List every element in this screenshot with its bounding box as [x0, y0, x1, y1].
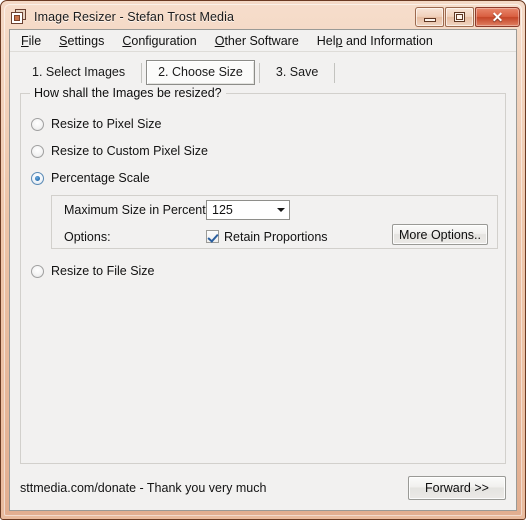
chevron-down-icon[interactable]: [272, 201, 289, 219]
menu-configuration-post: onfiguration: [131, 33, 197, 48]
close-icon: ✕: [491, 8, 504, 25]
menu-other-software-acc: O: [214, 33, 225, 48]
option-percentage-scale[interactable]: Percentage Scale: [21, 166, 505, 190]
tab-select-images[interactable]: 1. Select Images: [20, 60, 137, 85]
label-resize-to-file-size: Resize to File Size: [51, 264, 155, 278]
max-size-percent-combobox[interactable]: 125: [206, 199, 290, 220]
radio-resize-to-file-size[interactable]: [31, 264, 44, 278]
label-percentage-scale: Percentage Scale: [51, 171, 150, 185]
option-resize-to-pixel-size[interactable]: Resize to Pixel Size: [21, 112, 505, 136]
menu-settings-post: ettings: [67, 33, 105, 48]
menu-configuration[interactable]: Configuration: [113, 32, 205, 50]
maximize-icon: [454, 11, 465, 22]
groupbox-legend: How shall the Images be resized?: [30, 86, 226, 100]
title-bar[interactable]: Image Resizer - Stefan Trost Media ✕: [5, 4, 521, 29]
menu-help-and-information[interactable]: Help and Information: [308, 32, 442, 50]
menu-help-acc: p: [335, 33, 343, 48]
max-size-percent-value: 125: [212, 202, 233, 217]
menu-file-post: ile: [28, 33, 42, 48]
radio-percentage-scale[interactable]: [31, 171, 44, 185]
menu-settings[interactable]: Settings: [50, 32, 113, 50]
donate-text: sttmedia.com/donate - Thank you very muc…: [20, 481, 267, 495]
label-resize-to-custom-pixel-size: Resize to Custom Pixel Size: [51, 144, 209, 158]
window-title: Image Resizer - Stefan Trost Media: [34, 9, 235, 24]
max-size-row: Maximum Size in Percent: 125: [52, 196, 497, 223]
minimize-button[interactable]: [415, 6, 444, 27]
more-options-button[interactable]: More Options..: [392, 224, 488, 245]
menu-bar: File Settings Configuration Other Softwa…: [10, 30, 516, 52]
maximize-button[interactable]: [445, 6, 474, 27]
radio-resize-to-custom-pixel-size[interactable]: [31, 144, 44, 158]
retain-proportions-checkbox[interactable]: [206, 230, 219, 243]
tab-strip: 1. Select Images 2. Choose Size 3. Save: [10, 57, 516, 85]
tab-separator: [334, 63, 336, 83]
max-size-label: Maximum Size in Percent:: [64, 202, 210, 217]
menu-other-software-post: ther Software: [224, 33, 299, 48]
option-resize-to-file-size[interactable]: Resize to File Size: [21, 259, 155, 283]
options-label: Options:: [64, 229, 111, 244]
menu-file[interactable]: File: [12, 32, 50, 50]
retain-proportions-label: Retain Proportions: [224, 229, 328, 244]
application-window: Image Resizer - Stefan Trost Media ✕ Fil…: [0, 0, 526, 520]
menu-other-software[interactable]: Other Software: [206, 32, 308, 50]
menu-file-acc: F: [21, 33, 29, 48]
app-icon: [11, 8, 27, 25]
tab-save[interactable]: 3. Save: [264, 60, 330, 85]
tab-separator: [141, 63, 143, 83]
bottom-bar: sttmedia.com/donate - Thank you very muc…: [10, 466, 516, 510]
percentage-options-panel: Maximum Size in Percent: 125 Options: Re…: [51, 195, 498, 249]
client-area: File Settings Configuration Other Softwa…: [9, 29, 517, 511]
radio-resize-to-pixel-size[interactable]: [31, 117, 44, 131]
minimize-icon: [423, 17, 436, 22]
label-resize-to-pixel-size: Resize to Pixel Size: [51, 117, 162, 131]
tab-separator: [258, 63, 260, 83]
window-controls: ✕: [415, 6, 520, 27]
close-button[interactable]: ✕: [475, 6, 520, 27]
menu-help-pre: Hel: [316, 33, 336, 48]
menu-settings-acc: S: [59, 33, 68, 48]
tab-choose-size[interactable]: 2. Choose Size: [146, 60, 255, 85]
resize-method-groupbox: How shall the Images be resized? Resize …: [20, 86, 506, 464]
forward-button[interactable]: Forward >>: [408, 476, 506, 500]
menu-help-post: and Information: [342, 33, 433, 48]
option-resize-to-custom-pixel-size[interactable]: Resize to Custom Pixel Size: [21, 139, 505, 163]
